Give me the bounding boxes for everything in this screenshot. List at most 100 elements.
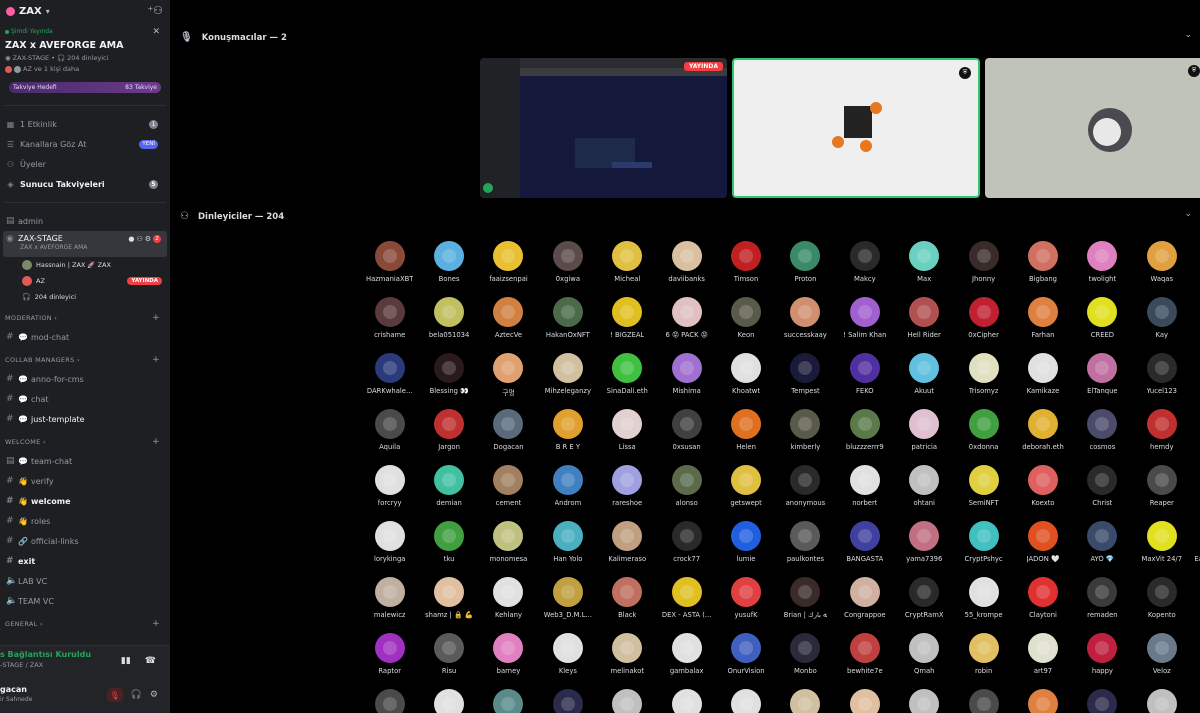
listener[interactable]: Kopento	[1132, 577, 1191, 633]
channel-admin[interactable]: ▤ admin	[0, 211, 170, 231]
listener[interactable]: Mihzeleganzy	[538, 353, 597, 409]
listener[interactable]: 6 😡 PACK 😡	[657, 297, 716, 353]
listener[interactable]: anonymous	[776, 465, 835, 521]
listener[interactable]	[419, 689, 478, 713]
listener[interactable]	[1013, 689, 1072, 713]
listener[interactable]: norbert	[835, 465, 894, 521]
listener[interactable]: Kamikaze	[1013, 353, 1072, 409]
stage-listeners[interactable]: 🎧 204 dinleyici	[0, 289, 170, 305]
listener[interactable]: Victory	[1191, 241, 1200, 297]
listener[interactable]: SemiNFT	[954, 465, 1013, 521]
listener[interactable]	[1132, 689, 1191, 713]
listener[interactable]: SinaDali.eth	[598, 353, 657, 409]
listener[interactable]: Helen	[716, 409, 775, 465]
listener[interactable]: Trisomyz	[954, 353, 1013, 409]
plus-icon[interactable]: +	[152, 313, 160, 323]
listener[interactable]: Yucel123	[1132, 353, 1191, 409]
listener[interactable]: JADON 🤍	[1013, 521, 1072, 577]
listener[interactable]: monomesa	[479, 521, 538, 577]
listener[interactable]	[954, 689, 1013, 713]
listener[interactable]: Kalimeraso	[598, 521, 657, 577]
listener[interactable]: Kleys	[538, 633, 597, 689]
channel-just-template[interactable]: # 💬 just-template	[0, 409, 170, 429]
listener[interactable]: Makcy	[835, 241, 894, 297]
listener[interactable]: Will_Gato	[1191, 297, 1200, 353]
listener[interactable]: Proton	[776, 241, 835, 297]
plus-icon[interactable]: +	[152, 437, 160, 447]
listener[interactable]: DARKwhale...	[360, 353, 419, 409]
listener[interactable]: MaxVit 24/7	[1132, 521, 1191, 577]
listener[interactable]	[895, 689, 954, 713]
listener[interactable]: cosmos	[1073, 409, 1132, 465]
live-stage-card[interactable]: Şimdi Yayında ✕ ZAX x AVEFORGE AMA ◉ ZAX-…	[0, 22, 170, 97]
chevron-down-icon[interactable]: ⌄	[1184, 209, 1192, 219]
listener[interactable]: patricia	[895, 409, 954, 465]
listener[interactable]: AYÖ 💎	[1073, 521, 1132, 577]
listener[interactable]: paulkontes	[776, 521, 835, 577]
listener[interactable]: faaizsenpai	[479, 241, 538, 297]
listener[interactable]: Han Yolo	[538, 521, 597, 577]
listener[interactable]: yusufK	[716, 577, 775, 633]
listener[interactable]: bewhite7e	[835, 633, 894, 689]
listener[interactable]: deborah.eth	[1013, 409, 1072, 465]
listener[interactable]: demian	[419, 465, 478, 521]
listener[interactable]: ! Salim Khan	[835, 297, 894, 353]
listener[interactable]: rareshoe	[598, 465, 657, 521]
listener[interactable]: kingJSA	[1191, 633, 1200, 689]
listener[interactable]: FEKO	[835, 353, 894, 409]
listener[interactable]: Tempest	[776, 353, 835, 409]
server-header[interactable]: ZAX ▾ ⁺⚇	[0, 0, 170, 22]
listener[interactable]: Easyfuns || ZAX	[1191, 521, 1200, 577]
listener[interactable]: Max	[895, 241, 954, 297]
listener[interactable]: Claytoni	[1013, 577, 1072, 633]
listener[interactable]: Micheal	[598, 241, 657, 297]
channel-chat[interactable]: # 💬 chat	[0, 389, 170, 409]
listener[interactable]: 0xCipher	[954, 297, 1013, 353]
listener[interactable]: Christ	[1073, 465, 1132, 521]
category-collab-managers[interactable]: COLLAB MANAGERS › +	[0, 351, 170, 369]
listener[interactable]: ElTanque	[1073, 353, 1132, 409]
speaker-tile[interactable]: ⛨	[732, 58, 980, 198]
category-moderation[interactable]: MODERATION › +	[0, 309, 170, 327]
listener[interactable]: DEX - ASTA (...	[657, 577, 716, 633]
listener[interactable]: Congrappoe	[835, 577, 894, 633]
gear-icon[interactable]: ⚙	[145, 235, 151, 243]
listener[interactable]: Akuut	[895, 353, 954, 409]
listener[interactable]: alonso	[657, 465, 716, 521]
nav-server-boosts[interactable]: ◈ Sunucu Takviyeleri 5	[0, 174, 170, 194]
listener[interactable]	[1191, 689, 1200, 713]
mic-muted-icon[interactable]: 🎙	[106, 688, 123, 702]
listener[interactable]: Waqas	[1132, 241, 1191, 297]
listener[interactable]: tku	[419, 521, 478, 577]
stage-member[interactable]: AZ YAYINDA	[0, 273, 170, 289]
listener[interactable]: CryptRamX	[895, 577, 954, 633]
listener[interactable]: Web3_D.M.L...	[538, 577, 597, 633]
listener[interactable]: Mishima	[657, 353, 716, 409]
listener[interactable]: shamz | 🔒 💪	[419, 577, 478, 633]
plus-icon[interactable]: +	[152, 619, 160, 629]
listener[interactable]: HakanOxNFT	[538, 297, 597, 353]
listener[interactable]: 구멍	[479, 353, 538, 409]
listener[interactable]: 0xdonna	[954, 409, 1013, 465]
channel-welcome[interactable]: # 👋 welcome	[0, 491, 170, 511]
listener[interactable]: kimberly	[776, 409, 835, 465]
category-welcome[interactable]: WELCOME › +	[0, 433, 170, 451]
listener[interactable]: crock77	[657, 521, 716, 577]
listener[interactable]: bluzzzerrr9	[835, 409, 894, 465]
speaker-tile[interactable]: ⛨	[985, 58, 1200, 198]
listener[interactable]: Khoatwt	[716, 353, 775, 409]
listener[interactable]: Koexto	[1013, 465, 1072, 521]
listener[interactable]: Bigbang	[1013, 241, 1072, 297]
listener[interactable]: daviibanks	[657, 241, 716, 297]
listener[interactable]	[1073, 689, 1132, 713]
boost-goal-bar[interactable]: Takviye Hedefi 83 Takviye	[9, 82, 161, 93]
listener[interactable]: 55_krompe	[954, 577, 1013, 633]
category-general[interactable]: GENERAL › +	[0, 615, 170, 633]
listener[interactable]: gambalax	[657, 633, 716, 689]
listener[interactable]: OnurVision	[716, 633, 775, 689]
listeners-header[interactable]: ⚇ Dinleyiciler — 204	[180, 211, 284, 222]
listener[interactable]: Monbo	[776, 633, 835, 689]
listener[interactable]: successkaay	[776, 297, 835, 353]
plus-icon[interactable]: +	[152, 355, 160, 365]
listener[interactable]: 0xsusan	[657, 409, 716, 465]
